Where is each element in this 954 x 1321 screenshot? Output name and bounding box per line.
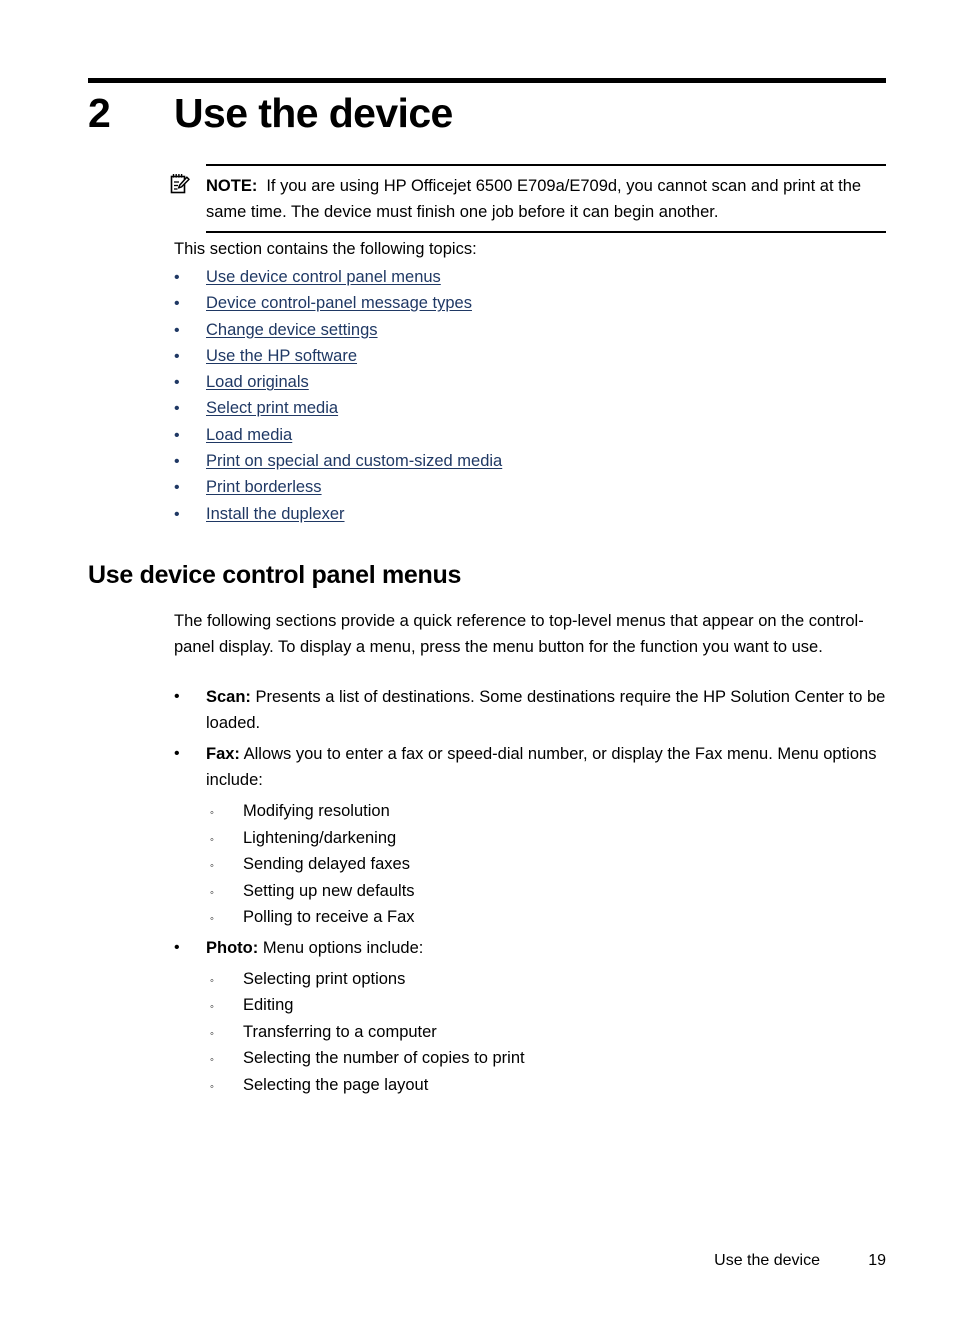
- sub-item-label: Selecting the page layout: [243, 1075, 429, 1094]
- list-item[interactable]: • Print on special and custom-sized medi…: [174, 448, 890, 474]
- list-item: ◦ Selecting the page layout: [210, 1072, 890, 1099]
- topic-link[interactable]: Device control-panel message types: [206, 290, 472, 316]
- sub-item-label: Modifying resolution: [243, 802, 390, 820]
- bullet-icon: •: [174, 505, 180, 523]
- menu-text: Scan: Presents a list of destinations. S…: [206, 684, 890, 736]
- list-item: ◦ Polling to receive a Fax: [210, 904, 890, 931]
- sub-item-label: Selecting print options: [243, 969, 406, 988]
- list-item: ◦ Setting up new defaults: [210, 878, 890, 905]
- bullet-icon: •: [174, 453, 180, 471]
- menu-entry-scan: • Scan: Presents a list of destinations.…: [174, 684, 890, 736]
- bullet-icon: •: [174, 269, 180, 286]
- list-item[interactable]: • Print borderless: [174, 474, 890, 500]
- bullet-icon: •: [174, 938, 180, 956]
- list-item[interactable]: • Load originals: [174, 369, 890, 395]
- sub-bullet-icon: ◦: [210, 913, 214, 925]
- note-text: If you are using HP Officejet 6500 E709a…: [206, 177, 862, 221]
- sub-item-label: Polling to receive a Fax: [243, 908, 415, 926]
- list-item[interactable]: • Select print media: [174, 395, 890, 421]
- list-item: ◦ Selecting the number of copies to prin…: [210, 1045, 890, 1072]
- sub-item-label: Editing: [243, 996, 294, 1014]
- bullet-icon: •: [174, 347, 180, 365]
- sub-bullet-icon: ◦: [210, 974, 214, 987]
- document-page: 2 Use the device NOTE: If you are using …: [0, 0, 954, 1321]
- topic-link[interactable]: Use the HP software: [206, 343, 357, 369]
- note-callout: NOTE: If you are using HP Officejet 6500 …: [170, 164, 886, 233]
- bullet-icon: •: [174, 479, 180, 497]
- menu-sublist: ◦ Modifying resolution ◦ Lightening/dark…: [174, 798, 890, 931]
- list-item: ◦ Transferring to a computer: [210, 1019, 890, 1046]
- list-item[interactable]: • Install the duplexer: [174, 501, 890, 527]
- sub-bullet-icon: ◦: [210, 860, 214, 872]
- chapter-header: 2 Use the device: [88, 90, 888, 137]
- topic-link[interactable]: Use device control panel menus: [206, 264, 441, 290]
- menu-text: Fax: Allows you to enter a fax or speed-…: [206, 741, 890, 793]
- bullet-icon: •: [174, 321, 180, 339]
- note-inner: NOTE: If you are using HP Officejet 6500 …: [170, 164, 886, 233]
- list-item: • Fax: Allows you to enter a fax or spee…: [174, 741, 890, 793]
- sub-bullet-icon: ◦: [210, 886, 214, 899]
- chapter-title: Use the device: [174, 90, 453, 136]
- menu-description: Presents a list of destinations. Some de…: [206, 688, 886, 732]
- footer-title: Use the device: [714, 1252, 820, 1269]
- menu-entry-fax: • Fax: Allows you to enter a fax or spee…: [174, 741, 890, 931]
- list-item: ◦ Editing: [210, 992, 890, 1019]
- menu-description: Menu options include:: [258, 938, 424, 957]
- topic-link[interactable]: Load originals: [206, 369, 309, 395]
- footer-page-number: 19: [868, 1252, 886, 1269]
- topic-link-list: • Use device control panel menus • Devic…: [174, 264, 890, 527]
- menu-description-list: • Scan: Presents a list of destinations.…: [174, 684, 890, 1102]
- menu-description: Allows you to enter a fax or speed-dial …: [206, 745, 877, 789]
- bullet-icon: •: [174, 400, 180, 418]
- bullet-icon: •: [174, 688, 180, 705]
- topic-link[interactable]: Select print media: [206, 395, 338, 421]
- bullet-icon: •: [174, 745, 180, 762]
- sub-item-label: Sending delayed faxes: [243, 855, 410, 873]
- sub-item-label: Setting up new defaults: [243, 881, 415, 900]
- page-footer: Use the device 19: [88, 1252, 886, 1270]
- chapter-number: 2: [88, 90, 111, 136]
- sub-bullet-icon: ◦: [210, 1054, 214, 1066]
- list-item[interactable]: • Load media: [174, 422, 890, 448]
- bullet-icon: •: [174, 374, 180, 392]
- topic-link[interactable]: Print on special and custom-sized media: [206, 448, 502, 474]
- menu-text: Photo: Menu options include:: [206, 935, 890, 961]
- list-item[interactable]: • Change device settings: [174, 317, 890, 343]
- topic-link[interactable]: Install the duplexer: [206, 501, 345, 527]
- topic-link[interactable]: Print borderless: [206, 474, 322, 500]
- menu-entry-photo: • Photo: Menu options include: ◦ Selecti…: [174, 935, 890, 1099]
- list-item: • Photo: Menu options include:: [174, 935, 890, 961]
- bullet-icon: •: [174, 426, 180, 444]
- list-item[interactable]: • Use the HP software: [174, 343, 890, 369]
- sub-bullet-icon: ◦: [210, 833, 214, 846]
- list-item: ◦ Modifying resolution: [210, 798, 890, 825]
- bullet-icon: •: [174, 295, 180, 313]
- menu-term: Fax:: [206, 745, 240, 763]
- list-item[interactable]: • Use device control panel menus: [174, 264, 890, 290]
- menu-term: Photo:: [206, 938, 259, 957]
- sub-item-label: Transferring to a computer: [243, 1022, 437, 1041]
- list-item: ◦ Selecting print options: [210, 966, 890, 993]
- sub-bullet-icon: ◦: [210, 1027, 214, 1040]
- list-item: ◦ Lightening/darkening: [210, 825, 890, 852]
- topic-link[interactable]: Change device settings: [206, 317, 378, 343]
- sub-item-label: Lightening/darkening: [243, 828, 397, 847]
- note-body: NOTE: If you are using HP Officejet 6500 …: [206, 164, 886, 233]
- note-label: NOTE:: [206, 177, 258, 195]
- list-item: ◦ Sending delayed faxes: [210, 851, 890, 878]
- sub-bullet-icon: ◦: [210, 807, 214, 819]
- list-item: • Scan: Presents a list of destinations.…: [174, 684, 890, 736]
- chapter-rule: [88, 78, 886, 83]
- topic-link[interactable]: Load media: [206, 422, 292, 448]
- note-pencil-icon: [170, 164, 206, 200]
- section-paragraph: The following sections provide a quick r…: [174, 612, 864, 656]
- menu-term: Scan:: [206, 688, 251, 706]
- intro-text: This section contains the following topi…: [174, 240, 477, 258]
- menu-sublist: ◦ Selecting print options ◦ Editing ◦ Tr…: [174, 966, 890, 1099]
- section-heading: Use device control panel menus: [88, 561, 462, 589]
- sub-bullet-icon: ◦: [210, 1001, 214, 1013]
- sub-item-label: Selecting the number of copies to print: [243, 1049, 525, 1067]
- list-item[interactable]: • Device control-panel message types: [174, 290, 890, 316]
- sub-bullet-icon: ◦: [210, 1080, 214, 1093]
